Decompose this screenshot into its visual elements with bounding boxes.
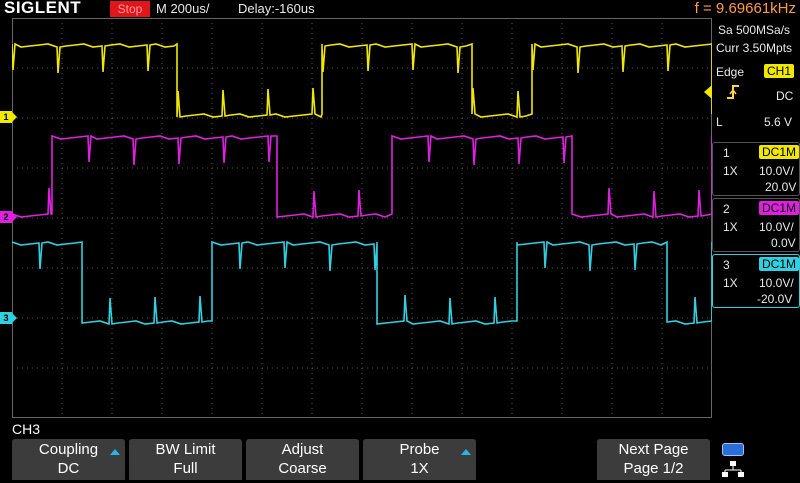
channel-probe: 1X bbox=[723, 164, 738, 178]
arrow-up-icon bbox=[110, 449, 120, 455]
trigger-level: 5.6 V bbox=[764, 115, 793, 129]
channel-coupling: DC1M bbox=[759, 201, 800, 215]
menu-title: CH3 bbox=[12, 421, 41, 437]
softkey-label: Adjust bbox=[281, 441, 324, 458]
channel-2-info[interactable]: 2 DC1M 1X 10.0V/ 0.0V bbox=[712, 198, 800, 252]
sample-rate: Sa 500MSa/s bbox=[718, 23, 791, 37]
trigger-coupling: DC bbox=[776, 89, 794, 103]
channel-coupling: DC1M bbox=[759, 145, 800, 159]
probe-softkey[interactable]: Probe 1X bbox=[363, 439, 476, 480]
arrow-up-icon bbox=[461, 449, 471, 455]
waveform-grid bbox=[12, 18, 712, 418]
ch3-offset-marker[interactable]: 3 bbox=[0, 312, 17, 324]
channel-number: 3 bbox=[723, 258, 730, 272]
usb-icon bbox=[722, 443, 744, 456]
trigger-type: Edge bbox=[716, 65, 745, 79]
memory-depth: Curr 3.50Mpts bbox=[716, 41, 793, 55]
softkey-value: Full bbox=[173, 460, 198, 477]
brand-logo: SIGLENT bbox=[4, 0, 82, 17]
adjust-softkey[interactable]: Adjust Coarse bbox=[246, 439, 359, 480]
next-page-softkey[interactable]: Next Page Page 1/2 bbox=[597, 439, 710, 480]
timebase-readout[interactable]: M 200us/ bbox=[156, 1, 209, 16]
softkey-value: 1X bbox=[410, 460, 429, 477]
waveform-display[interactable] bbox=[12, 18, 712, 418]
softkey-label: Next Page bbox=[618, 441, 689, 458]
trigger-source: CH1 bbox=[764, 64, 795, 78]
run-stop-status[interactable]: Stop bbox=[110, 1, 150, 17]
channel-coupling: DC1M bbox=[759, 257, 800, 271]
delay-readout[interactable]: Delay:-160us bbox=[238, 1, 315, 16]
channel-scale: 10.0V/ bbox=[759, 276, 794, 290]
coupling-softkey[interactable]: Coupling DC bbox=[12, 439, 125, 480]
channel-3-info[interactable]: 3 DC1M 1X 10.0V/ -20.0V bbox=[712, 254, 800, 308]
softkey-label: Coupling bbox=[38, 441, 99, 458]
softkey-label: BW Limit bbox=[155, 441, 216, 458]
channel-scale: 10.0V/ bbox=[759, 220, 794, 234]
channel-offset: 0.0V bbox=[771, 236, 796, 250]
trigger-info[interactable]: Edge CH1 DC L 5.6 V bbox=[712, 58, 800, 140]
channel-1-info[interactable]: 1 DC1M 1X 10.0V/ 20.0V bbox=[712, 142, 800, 196]
trigger-level-label: L bbox=[716, 115, 723, 129]
softkey-label: Probe bbox=[399, 441, 440, 458]
channel-offset: 20.0V bbox=[765, 180, 797, 194]
bw-limit-softkey[interactable]: BW Limit Full bbox=[129, 439, 242, 480]
trigger-level-marker[interactable] bbox=[704, 85, 712, 99]
ch2-offset-marker[interactable]: 2 bbox=[0, 211, 17, 223]
ch1-offset-marker[interactable]: 1 bbox=[0, 111, 17, 123]
status-bar: SIGLENT Stop M 200us/ Delay:-160us f = 9… bbox=[0, 0, 800, 18]
channel-number: 1 bbox=[723, 146, 730, 160]
softkey-value: Coarse bbox=[278, 460, 327, 477]
channel-1-trace bbox=[12, 42, 712, 119]
channel-probe: 1X bbox=[723, 220, 738, 234]
softkey-value: DC bbox=[57, 460, 80, 477]
softkey-value: Page 1/2 bbox=[623, 460, 684, 477]
info-panel: Sa 500MSa/s Curr 3.50Mpts Edge CH1 DC L … bbox=[712, 18, 800, 418]
channel-offset: -20.0V bbox=[757, 292, 793, 306]
channel-probe: 1X bbox=[723, 276, 738, 290]
rising-edge-icon bbox=[726, 84, 740, 105]
channel-scale: 10.0V/ bbox=[759, 164, 794, 178]
channel-number: 2 bbox=[723, 202, 730, 216]
frequency-counter: f = 9.69661kHz bbox=[694, 0, 796, 17]
